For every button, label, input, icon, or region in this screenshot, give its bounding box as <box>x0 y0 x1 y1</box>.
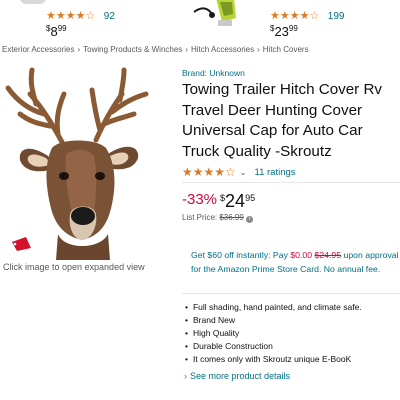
product-title: Towing Trailer Hitch Cover Rv Travel Dee… <box>182 81 383 160</box>
breadcrumb-separator: › <box>185 45 188 54</box>
breadcrumb-separator: › <box>257 45 260 54</box>
divider <box>182 182 400 183</box>
feature-bullet: It comes only with Skroutz unique E-BooK <box>185 353 362 366</box>
divider <box>182 293 400 294</box>
feature-bullets: Full shading, hand painted, and climate … <box>185 301 362 366</box>
product-image[interactable] <box>0 64 176 260</box>
star-rating-icon[interactable]: ★★★★☆ <box>182 165 236 179</box>
star-rating-icon: ★★★★☆ <box>270 10 320 22</box>
star-rating-icon: ★★★★☆ <box>46 10 96 22</box>
see-more-details-link[interactable]: › See more product details <box>184 371 290 381</box>
related-price: $2399 <box>270 24 298 39</box>
breadcrumb-item[interactable]: Hitch Covers <box>263 45 309 54</box>
breadcrumb-item[interactable]: Hitch Accessories <box>191 45 254 54</box>
breadcrumb: Exterior Accessories › Towing Products & W… <box>2 45 309 54</box>
discount-percent: -33% <box>182 191 218 208</box>
related-product-image[interactable] <box>188 0 244 30</box>
ratings-count-link[interactable]: 11 ratings <box>255 167 296 178</box>
chevron-down-icon[interactable]: ⌄ <box>240 168 247 177</box>
related-product-2[interactable]: ★★★★☆ 199 $2399 <box>270 6 344 46</box>
rating-row: ★★★★☆ ⌄ 11 ratings <box>182 165 400 179</box>
related-price: $899 <box>46 24 67 39</box>
rating-count-link[interactable]: 92 <box>104 11 115 22</box>
store-card-offer[interactable]: Get $60 off instantly: Pay $0.00 $24.95 … <box>191 249 400 276</box>
sale-badge-icon <box>12 237 31 251</box>
chevron-right-icon: › <box>184 371 187 381</box>
image-caption[interactable]: Click image to open expanded view <box>3 262 145 272</box>
breadcrumb-item[interactable]: Exterior Accessories <box>2 45 74 54</box>
rating-count-link[interactable]: 199 <box>328 11 345 22</box>
related-product-image[interactable] <box>20 0 46 4</box>
feature-bullet: High Quality <box>185 327 362 340</box>
current-price: $24 95 <box>220 191 256 211</box>
feature-bullet: Brand New <box>185 314 362 327</box>
feature-bullet: Full shading, hand painted, and climate … <box>185 301 362 314</box>
price-row: -33% $24 95 <box>182 191 255 212</box>
related-product-1[interactable]: ★★★★☆ 92 $899 <box>46 6 115 46</box>
product-details: Brand: Unknown Towing Trailer Hitch Cove… <box>182 68 400 179</box>
brand-link[interactable]: Brand: Unknown <box>182 68 400 78</box>
list-price: List Price: $36.99 i <box>182 213 253 223</box>
related-products-strip: ★★★★☆ 92 $899 ★★★★☆ 199 $2399 <box>0 0 400 40</box>
breadcrumb-item[interactable]: Towing Products & Winches <box>83 45 182 54</box>
info-icon[interactable]: i <box>245 216 253 223</box>
breadcrumb-separator: › <box>77 45 81 54</box>
feature-bullet: Durable Construction <box>185 340 362 353</box>
